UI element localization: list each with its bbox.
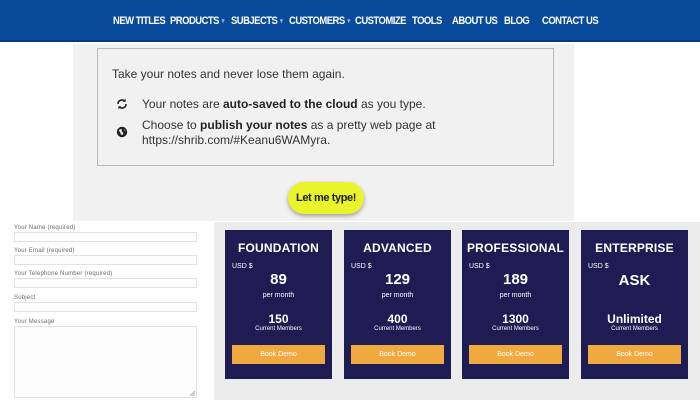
phone-field[interactable] [14, 278, 197, 288]
main-nav: NEW TITLES PRODUCTS ▾ SUBJECTS ▾ CUSTOMERS… [0, 0, 700, 42]
nav-customize[interactable]: CUSTOMIZE [355, 15, 408, 27]
plan-members-label: Current Members [255, 326, 302, 332]
plan-currency: USD $ [588, 263, 609, 270]
notes-publish-line: Choose to publish your notes as a pretty… [142, 118, 436, 132]
plan-card-foundation: FOUNDATION USD $ 89 per month 150 Curren… [225, 230, 332, 379]
plan-members: Unlimited [607, 312, 662, 326]
subject-field[interactable] [14, 302, 197, 312]
book-demo-button[interactable]: Book Demo [588, 345, 681, 364]
plan-price: 129 [384, 271, 411, 288]
plan-name: FOUNDATION [237, 241, 320, 255]
chevron-down-icon: ▾ [347, 18, 350, 25]
plan-members-label: Current Members [374, 326, 421, 332]
plan-currency: USD $ [232, 263, 253, 270]
chevron-down-icon: ▾ [279, 18, 283, 25]
notes-publish-url: https://shrib.com/#Keanu6WAMyra. [142, 133, 331, 147]
plan-currency: USD $ [351, 263, 372, 270]
sync-icon [117, 98, 127, 110]
resize-handle-icon[interactable] [190, 391, 195, 396]
plan-members-label: Current Members [492, 326, 539, 332]
subject-label: Subject [14, 295, 36, 301]
nav-products[interactable]: PRODUCTS ▾ [170, 15, 225, 27]
plan-name: ENTERPRISE [595, 241, 674, 255]
let-me-type-button[interactable]: Let me type! [288, 182, 364, 214]
nav-customers[interactable]: CUSTOMERS ▾ [289, 15, 350, 27]
plan-price: 89 [270, 271, 287, 288]
notes-heading: Take your notes and never lose them agai… [112, 67, 345, 81]
plan-members: 400 [387, 312, 408, 326]
email-label: Your Email (required) [14, 248, 75, 254]
message-textarea[interactable] [14, 326, 197, 398]
book-demo-button[interactable]: Book Demo [232, 345, 325, 364]
chevron-down-icon: ▾ [221, 18, 225, 25]
name-label: Your Name (required) [14, 225, 76, 231]
nav-contact-us[interactable]: CONTACT US [542, 15, 601, 27]
phone-label: Your Telephone Number (required) [14, 271, 113, 277]
nav-blog[interactable]: BLOG [504, 15, 532, 27]
plan-card-enterprise: ENTERPRISE USD $ ASK Unlimited Current M… [581, 230, 688, 379]
plan-members-label: Current Members [611, 326, 658, 332]
notes-info-box: Take your notes and never lose them agai… [97, 48, 554, 166]
nav-tools[interactable]: TOOLS [412, 15, 444, 27]
plan-period: per month [381, 292, 414, 299]
plan-card-advanced: ADVANCED USD $ 129 per month 400 Current… [344, 230, 451, 379]
plan-price: 189 [502, 271, 529, 288]
name-field[interactable] [14, 232, 197, 242]
book-demo-button[interactable]: Book Demo [469, 345, 562, 364]
book-demo-button[interactable]: Book Demo [351, 345, 444, 364]
plan-price: ASK [618, 272, 651, 289]
plan-card-professional: PROFESSIONAL USD $ 189 per month 1300 Cu… [462, 230, 569, 379]
nav-subjects[interactable]: SUBJECTS ▾ [231, 15, 283, 27]
plan-name: ADVANCED [363, 241, 432, 255]
plan-period: per month [262, 292, 295, 299]
globe-icon [116, 126, 128, 138]
nav-new-titles[interactable]: NEW TITLES [113, 15, 168, 27]
message-label: Your Message [14, 319, 55, 325]
plan-currency: USD $ [469, 263, 490, 270]
plan-period: per month [499, 292, 532, 299]
plan-members: 1300 [502, 312, 529, 326]
notes-autosave-line: Your notes are auto-saved to the cloud a… [142, 97, 426, 111]
email-field[interactable] [14, 255, 197, 265]
nav-about-us[interactable]: ABOUT US [452, 15, 500, 27]
plan-name: PROFESSIONAL [466, 241, 565, 255]
plan-members: 150 [268, 312, 289, 326]
